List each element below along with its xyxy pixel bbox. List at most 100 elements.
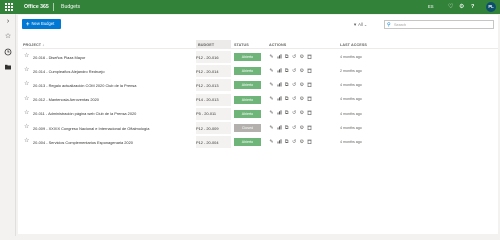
chart-icon[interactable] — [277, 53, 282, 60]
suite-name[interactable]: Office 365 — [24, 4, 49, 10]
last-access: 2 months ago — [340, 68, 362, 73]
settings-icon[interactable]: ⚙ — [299, 68, 304, 74]
favorite-star-icon[interactable]: ☆ — [24, 124, 29, 131]
copy-icon[interactable]: ⧉ — [284, 68, 289, 74]
chart-icon[interactable] — [277, 138, 282, 145]
row-actions: ✎ ⧉ ↺ ⚙ — [269, 54, 312, 60]
settings-icon[interactable]: ⚙ — [299, 54, 304, 60]
chart-icon[interactable] — [277, 96, 282, 102]
delete-icon[interactable] — [307, 68, 312, 74]
history-icon[interactable]: ↺ — [292, 96, 297, 102]
copy-icon[interactable]: ⧉ — [284, 139, 289, 145]
chart-icon[interactable] — [277, 67, 282, 74]
column-header-project[interactable]: PROJECT ↓ — [23, 43, 44, 47]
new-budget-button[interactable]: + New Budget — [22, 19, 61, 29]
edit-icon[interactable]: ✎ — [269, 54, 274, 60]
favorite-star-icon[interactable]: ☆ — [24, 67, 29, 74]
column-header-status[interactable]: STATUS — [234, 43, 249, 47]
history-icon[interactable]: ↺ — [292, 54, 297, 60]
status-badge: Abierto — [234, 81, 261, 90]
status-badge: Abierto — [234, 95, 261, 104]
project-name[interactable]: 20-013 - Regalo actualización COM 2020 C… — [33, 83, 136, 88]
help-icon[interactable]: ? — [471, 3, 474, 11]
table-row[interactable]: ☆ 20-013 - Regalo actualización COM 2020 … — [18, 79, 498, 92]
header-divider — [53, 3, 54, 11]
budget-code: P12 - 20-016 — [196, 54, 219, 60]
delete-icon[interactable] — [307, 54, 312, 60]
project-name[interactable]: 20-014 - Cumpleaños Alejandro Redruejo — [33, 69, 105, 74]
favorite-star-icon[interactable]: ☆ — [24, 53, 29, 60]
chart-icon[interactable] — [277, 82, 282, 88]
filter-dropdown[interactable]: ▼ All ⌄ — [353, 22, 367, 27]
settings-icon[interactable]: ⚙ — [299, 96, 304, 102]
delete-icon[interactable] — [307, 139, 312, 145]
copy-icon[interactable]: ⧉ — [284, 54, 289, 60]
sort-arrow-icon: ↓ — [42, 43, 45, 47]
copy-icon[interactable]: ⧉ — [284, 96, 289, 102]
history-icon[interactable]: ↺ — [292, 139, 297, 145]
gear-icon[interactable]: ⚙ — [459, 3, 464, 11]
row-actions: ✎ ⧉ ↺ ⚙ — [269, 139, 312, 145]
top-bar: Office 365 Budgets ES ♡ ⚙ ? PL — [0, 0, 500, 14]
project-name[interactable]: 20-016 - Diseños Plaza Mayor — [33, 55, 85, 60]
budget-code: P12 - 20-014 — [196, 68, 219, 74]
row-actions: ✎ ⧉ ↺ ⚙ — [269, 96, 312, 102]
clock-icon[interactable] — [4, 48, 12, 56]
search-placeholder: Search — [394, 23, 407, 27]
settings-icon[interactable]: ⚙ — [299, 125, 304, 131]
table-row[interactable]: ☆ 20-004 - Servicios Complementarios Espo… — [18, 136, 498, 149]
history-icon[interactable]: ↺ — [292, 110, 297, 116]
bell-icon[interactable]: ♡ — [448, 3, 453, 11]
folder-icon[interactable] — [4, 63, 12, 71]
table-row[interactable]: ☆ 20-011 - Administración página web Club… — [18, 107, 498, 120]
status-badge: Abierto — [234, 109, 261, 118]
delete-icon[interactable] — [307, 110, 312, 116]
copy-icon[interactable]: ⧉ — [284, 82, 289, 88]
edit-icon[interactable]: ✎ — [269, 139, 274, 145]
column-header-budget[interactable]: BUDGET — [198, 43, 214, 47]
delete-icon[interactable] — [307, 125, 312, 131]
favorite-star-icon[interactable]: ☆ — [24, 81, 29, 88]
chart-icon[interactable] — [277, 124, 282, 131]
table-row[interactable]: ☆ 20-012 - Mantenosia Aeroventas 2020 P14 … — [18, 93, 498, 106]
project-name[interactable]: 20-004 - Servicios Complementarios Espon… — [33, 140, 133, 145]
chevron-right-icon[interactable]: › — [4, 18, 12, 26]
star-icon[interactable]: ☆ — [4, 33, 12, 41]
edit-icon[interactable]: ✎ — [269, 96, 274, 102]
settings-icon[interactable]: ⚙ — [299, 110, 304, 116]
settings-icon[interactable]: ⚙ — [299, 139, 304, 145]
edit-icon[interactable]: ✎ — [269, 68, 274, 74]
app-title[interactable]: Budgets — [61, 4, 80, 10]
budget-code: P12 - 20-013 — [196, 82, 219, 88]
table-row[interactable]: ☆ 20-014 - Cumpleaños Alejandro Redruejo P… — [18, 65, 498, 78]
delete-icon[interactable] — [307, 82, 312, 88]
search-input[interactable]: ⚲ Search — [384, 20, 494, 29]
copy-icon[interactable]: ⧉ — [284, 110, 289, 116]
project-name[interactable]: 20-009 - XXXIX Congreso Nacional e Inter… — [33, 126, 149, 131]
edit-icon[interactable]: ✎ — [269, 82, 274, 88]
favorite-star-icon[interactable]: ☆ — [24, 96, 29, 103]
avatar[interactable]: PL — [486, 2, 496, 12]
column-header-last-access[interactable]: LAST ACCESS — [340, 43, 367, 47]
settings-icon[interactable]: ⚙ — [299, 82, 304, 88]
edit-icon[interactable]: ✎ — [269, 125, 274, 131]
language-selector[interactable]: ES — [428, 4, 434, 9]
project-name[interactable]: 20-011 - Administración página web Club … — [33, 111, 136, 116]
copy-icon[interactable]: ⧉ — [284, 125, 289, 131]
project-name[interactable]: 20-012 - Mantenosia Aeroventas 2020 — [33, 97, 99, 102]
delete-icon[interactable] — [307, 96, 312, 102]
table-row[interactable]: ☆ 20-016 - Diseños Plaza Mayor P12 - 20-01… — [18, 51, 498, 63]
history-icon[interactable]: ↺ — [292, 68, 297, 74]
edit-icon[interactable]: ✎ — [269, 110, 274, 116]
favorite-star-icon[interactable]: ☆ — [24, 110, 29, 117]
waffle-icon[interactable] — [5, 3, 13, 11]
table-row[interactable]: ☆ 20-009 - XXXIX Congreso Nacional e Inte… — [18, 122, 498, 134]
plus-icon: + — [26, 21, 30, 28]
history-icon[interactable]: ↺ — [292, 125, 297, 131]
chart-icon[interactable] — [277, 110, 282, 116]
last-access: 4 months ago — [340, 97, 362, 102]
status-badge: Abierto — [234, 53, 261, 61]
row-actions: ✎ ⧉ ↺ ⚙ — [269, 82, 312, 88]
favorite-star-icon[interactable]: ☆ — [24, 138, 29, 145]
history-icon[interactable]: ↺ — [292, 82, 297, 88]
